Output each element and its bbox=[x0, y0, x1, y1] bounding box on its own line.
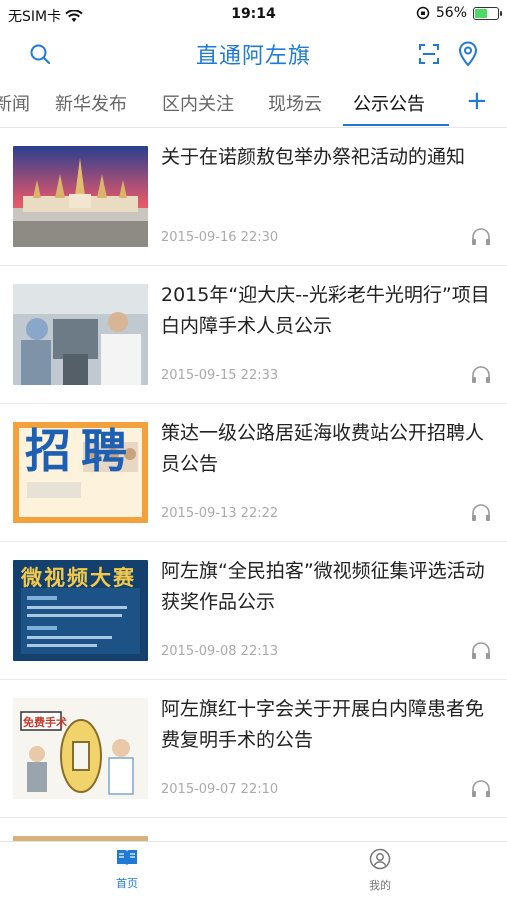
location-pin-icon bbox=[458, 41, 478, 67]
scan-icon bbox=[419, 44, 439, 64]
app-header: 直通阿左旗 bbox=[0, 30, 507, 78]
listen-button[interactable] bbox=[470, 640, 492, 662]
battery-percent: 56% bbox=[435, 5, 467, 21]
location-button[interactable] bbox=[454, 40, 482, 68]
list-item[interactable]: 2015年“迎大庆--光彩老牛光明行”项目白内障手术人员公示 2015-09-1… bbox=[0, 266, 507, 404]
orientation-lock-icon bbox=[416, 6, 430, 20]
thumbnail-text: 免费手术 bbox=[23, 716, 67, 729]
thumbnail-text: 微视频大赛 bbox=[21, 566, 136, 590]
scan-button[interactable] bbox=[415, 40, 443, 68]
tab-live-cloud[interactable]: 现场云 bbox=[268, 90, 322, 116]
list-item[interactable]: 免费手术 阿左旗红十字会关于开展白内障患者免费复明手术的公告 2015-09-0… bbox=[0, 680, 507, 818]
article-title: 阿左旗“全民拍客”微视频征集评选活动获奖作品公示 bbox=[161, 560, 485, 613]
listen-button[interactable] bbox=[470, 778, 492, 800]
article-date: 2015-09-15 22:33 bbox=[161, 368, 279, 383]
article-title: 阿左旗红十字会关于开展白内障患者免费复明手术的公告 bbox=[161, 698, 485, 751]
user-icon bbox=[369, 848, 391, 870]
headphones-icon bbox=[472, 780, 490, 797]
article-date: 2015-09-08 22:13 bbox=[161, 644, 279, 659]
status-right: 56% bbox=[416, 5, 502, 21]
active-tab-indicator bbox=[343, 124, 449, 126]
article-date: 2015-09-16 22:30 bbox=[161, 230, 279, 245]
listen-button[interactable] bbox=[470, 226, 492, 248]
listen-button[interactable] bbox=[470, 502, 492, 524]
thumbnail-text: 招聘 bbox=[25, 424, 137, 478]
tab-news[interactable]: 新闻 bbox=[0, 90, 30, 116]
headphones-icon bbox=[472, 504, 490, 521]
add-tab-button[interactable]: + bbox=[466, 86, 488, 116]
article-thumbnail bbox=[13, 146, 148, 247]
article-date: 2015-09-13 22:22 bbox=[161, 506, 279, 521]
article-thumbnail: 免费手术 bbox=[13, 698, 148, 799]
headphones-icon bbox=[472, 228, 490, 245]
list-item[interactable]: 微视频大赛 阿左旗“全民拍客”微视频征集评选活动获奖作品公示 2015-09-0… bbox=[0, 542, 507, 680]
tab-public-notice[interactable]: 公示公告 bbox=[353, 90, 425, 116]
status-bar: 无SIM卡 19:14 56% bbox=[0, 0, 507, 30]
book-icon bbox=[117, 850, 137, 866]
tab-mine[interactable]: 我的 bbox=[340, 848, 420, 893]
list-item[interactable]: 关于在诺颜敖包举办祭祀活动的通知 2015-09-16 22:30 bbox=[0, 128, 507, 266]
article-list: 关于在诺颜敖包举办祭祀活动的通知 2015-09-16 22:30 2015年“… bbox=[0, 128, 507, 878]
tab-xinhua-release[interactable]: 新华发布 bbox=[55, 90, 127, 116]
article-thumbnail: 微视频大赛 bbox=[13, 560, 148, 661]
article-title: 策达一级公路居延海收费站公开招聘人员公告 bbox=[161, 422, 485, 475]
list-item[interactable]: 招聘 策达一级公路居延海收费站公开招聘人员公告 2015-09-13 22:22 bbox=[0, 404, 507, 542]
article-date: 2015-09-07 22:10 bbox=[161, 782, 279, 797]
article-title: 关于在诺颜敖包举办祭祀活动的通知 bbox=[161, 146, 466, 168]
tab-home-label: 首页 bbox=[116, 877, 138, 890]
headphones-icon bbox=[472, 366, 490, 383]
battery-icon bbox=[473, 6, 502, 20]
bottom-tab-bar: 首页 我的 bbox=[0, 841, 507, 900]
article-thumbnail bbox=[13, 284, 148, 385]
tab-home[interactable]: 首页 bbox=[87, 848, 167, 891]
category-tabs: 新闻 新华发布 区内关注 现场云 公示公告 + bbox=[0, 80, 507, 128]
article-thumbnail: 招聘 bbox=[13, 422, 148, 523]
headphones-icon bbox=[472, 642, 490, 659]
article-title: 2015年“迎大庆--光彩老牛光明行”项目白内障手术人员公示 bbox=[161, 284, 490, 337]
tab-mine-label: 我的 bbox=[369, 879, 391, 892]
tab-regional-focus[interactable]: 区内关注 bbox=[162, 90, 234, 116]
listen-button[interactable] bbox=[470, 364, 492, 386]
